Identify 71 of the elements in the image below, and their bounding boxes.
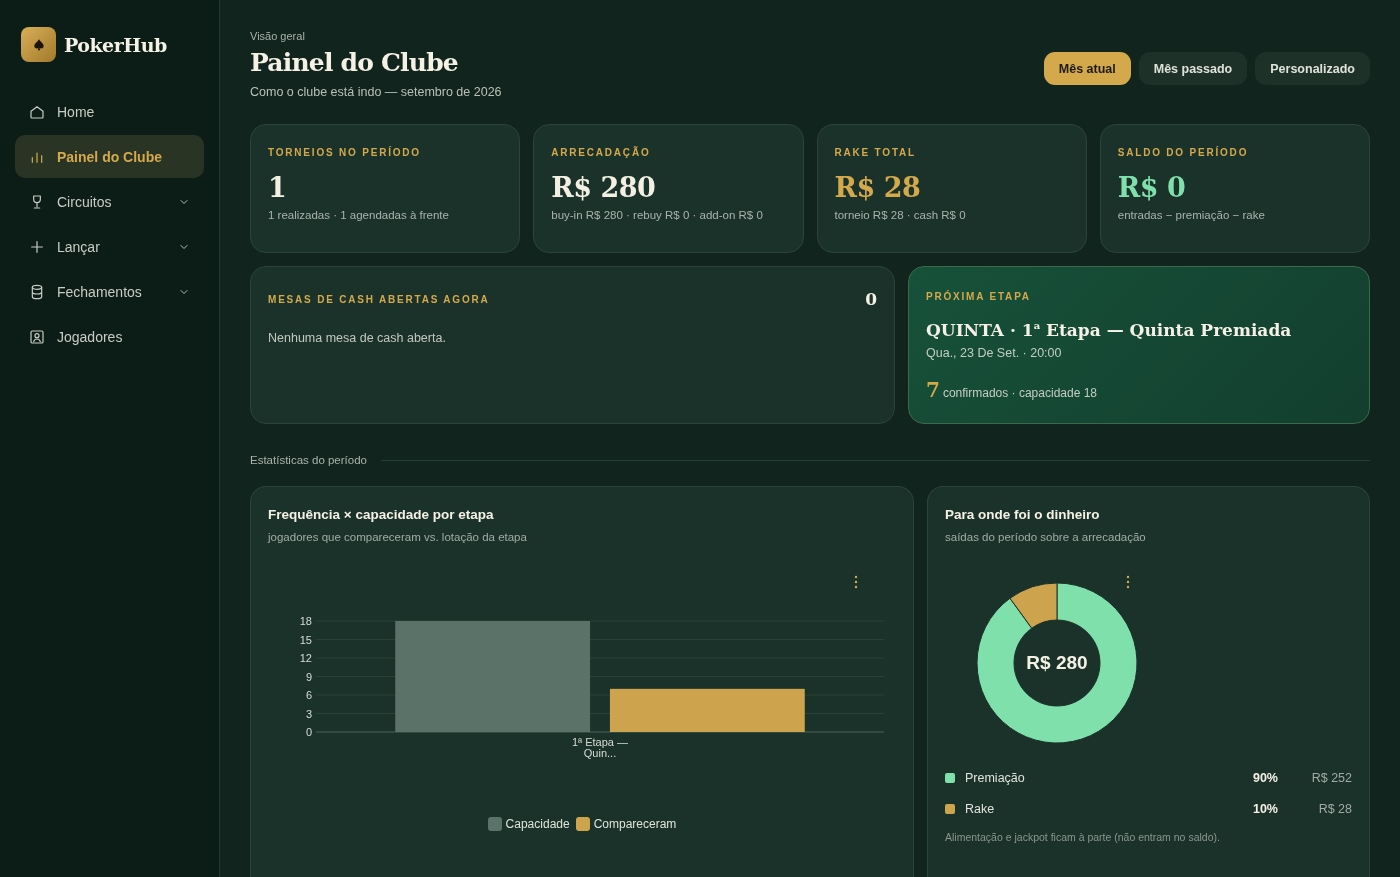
stage-title: QUINTA · 1$^{a}$ Etapa — Quinta Premiada — [926, 320, 1292, 340]
page-subtitle: Como o clube está indo — setembro de 2026 — [250, 85, 502, 99]
legend-amount: R$ 28 — [1317, 802, 1352, 816]
sidebar-item[interactable]: Jogadores — [15, 315, 204, 358]
period-button[interactable]: Mês passado — [1138, 52, 1248, 85]
card-subtitle: saídas do período sobre a arrecadação — [945, 531, 1147, 543]
legend-label: Compareceram — [593, 817, 677, 831]
stat-detail: 1 realizadas · 1 agendadas à frente — [268, 209, 450, 221]
plus-icon — [29, 238, 45, 255]
footnote: Alimentação e jackpot ficam à parte (não entram no saldo). — [945, 831, 1221, 843]
contact-card-icon — [29, 328, 45, 345]
database-icon — [29, 283, 45, 300]
period-button[interactable]: Personalizado — [1255, 52, 1370, 85]
sidebar-item[interactable]: Painel do Clube — [15, 135, 204, 178]
stat-label: SALDO DO PERÍODO — [1117, 147, 1250, 158]
sidebar-item[interactable]: Home — [15, 90, 204, 133]
open-tables-count: 0 — [865, 289, 877, 309]
page-title: Painel do Clube — [250, 48, 459, 77]
card-title: Para onde foi o dinheiro — [945, 507, 1101, 522]
axis-tick-label: 6 — [305, 689, 312, 701]
home-icon — [29, 103, 45, 120]
empty-message: Nenhuma mesa de cash aberta. — [268, 331, 447, 345]
sidebar-item[interactable]: Fechamentos — [15, 270, 204, 313]
section-label: Estatísticas do período — [250, 454, 367, 466]
legend-swatch — [487, 817, 502, 831]
axis-tick-label: 3 — [305, 707, 312, 720]
sidebar-item[interactable]: Circuitos — [15, 180, 204, 223]
card-subtitle: jogadores que compareceram vs. lotação da etapa — [268, 531, 528, 543]
axis-category-label: 1ª Etapa — Quin... — [571, 736, 629, 759]
axis-tick-label: 15 — [299, 633, 312, 646]
stage-date: Qua., 23 De Set. · 20:00 — [926, 346, 1063, 360]
stat-label: TORNEIOS NO PERÍODO — [268, 147, 422, 158]
stat-label: RAKE TOTAL — [834, 147, 917, 158]
donut-total: R$ 280 — [1026, 652, 1088, 674]
sidebar-item-label: Jogadores — [57, 328, 124, 345]
axis-tick-label: 9 — [305, 670, 312, 683]
more-options-icon[interactable] — [1126, 575, 1130, 589]
page-eyebrow: Visão geral — [250, 30, 306, 42]
brand-name: PokerHub — [64, 33, 167, 56]
stat-detail: torneio R$ 28 · cash R$ 0 — [834, 209, 967, 221]
confirmed-count: 7 — [926, 378, 940, 402]
stat-detail: entradas − premiação − rake — [1117, 209, 1266, 221]
legend-percent: 90% — [1251, 771, 1278, 785]
stat-label: ARRECADAÇÃO — [551, 147, 652, 158]
sidebar-item-label: Painel do Clube — [57, 148, 163, 165]
sidebar-item-label: Circuitos — [57, 193, 113, 210]
sidebar-item-label: Home — [57, 103, 96, 120]
period-button[interactable]: Mês atual — [1043, 52, 1131, 85]
legend-label: Rake — [965, 802, 996, 816]
card-label: MESAS DE CASH ABERTAS AGORA — [268, 293, 490, 305]
card-title: Frequência × capacidade por etapa — [268, 507, 495, 522]
legend-label: Premiação — [965, 771, 1026, 785]
sidebar-item[interactable]: Lançar — [15, 225, 204, 268]
stat-detail: buy-in R$ 280 · rebuy R$ 0 · add-on R$ 0 — [551, 209, 764, 221]
stat-value: R$ 28 — [834, 172, 922, 203]
legend-percent: 10% — [1251, 802, 1278, 816]
axis-tick-label: 0 — [305, 726, 312, 738]
stat-value: R$ 0 — [1117, 172, 1187, 203]
sidebar-item-label: Lançar — [57, 238, 101, 255]
sidebar-item-label: Fechamentos — [57, 283, 143, 300]
axis-tick-label: 18 — [299, 615, 312, 627]
stat-value: R$ 280 — [551, 172, 657, 203]
legend-swatch — [575, 817, 590, 831]
stat-value: 1 — [268, 172, 288, 203]
axis-tick-label: 12 — [299, 652, 312, 664]
card-label: PRÓXIMA ETAPA — [926, 291, 1032, 302]
legend-label: Capacidade — [505, 817, 570, 831]
spade-logo-icon — [21, 27, 56, 62]
confirmed-text: confirmados · capacidade 18 — [942, 386, 1097, 400]
more-options-icon[interactable] — [854, 575, 858, 589]
legend-amount: R$ 252 — [1310, 771, 1352, 785]
